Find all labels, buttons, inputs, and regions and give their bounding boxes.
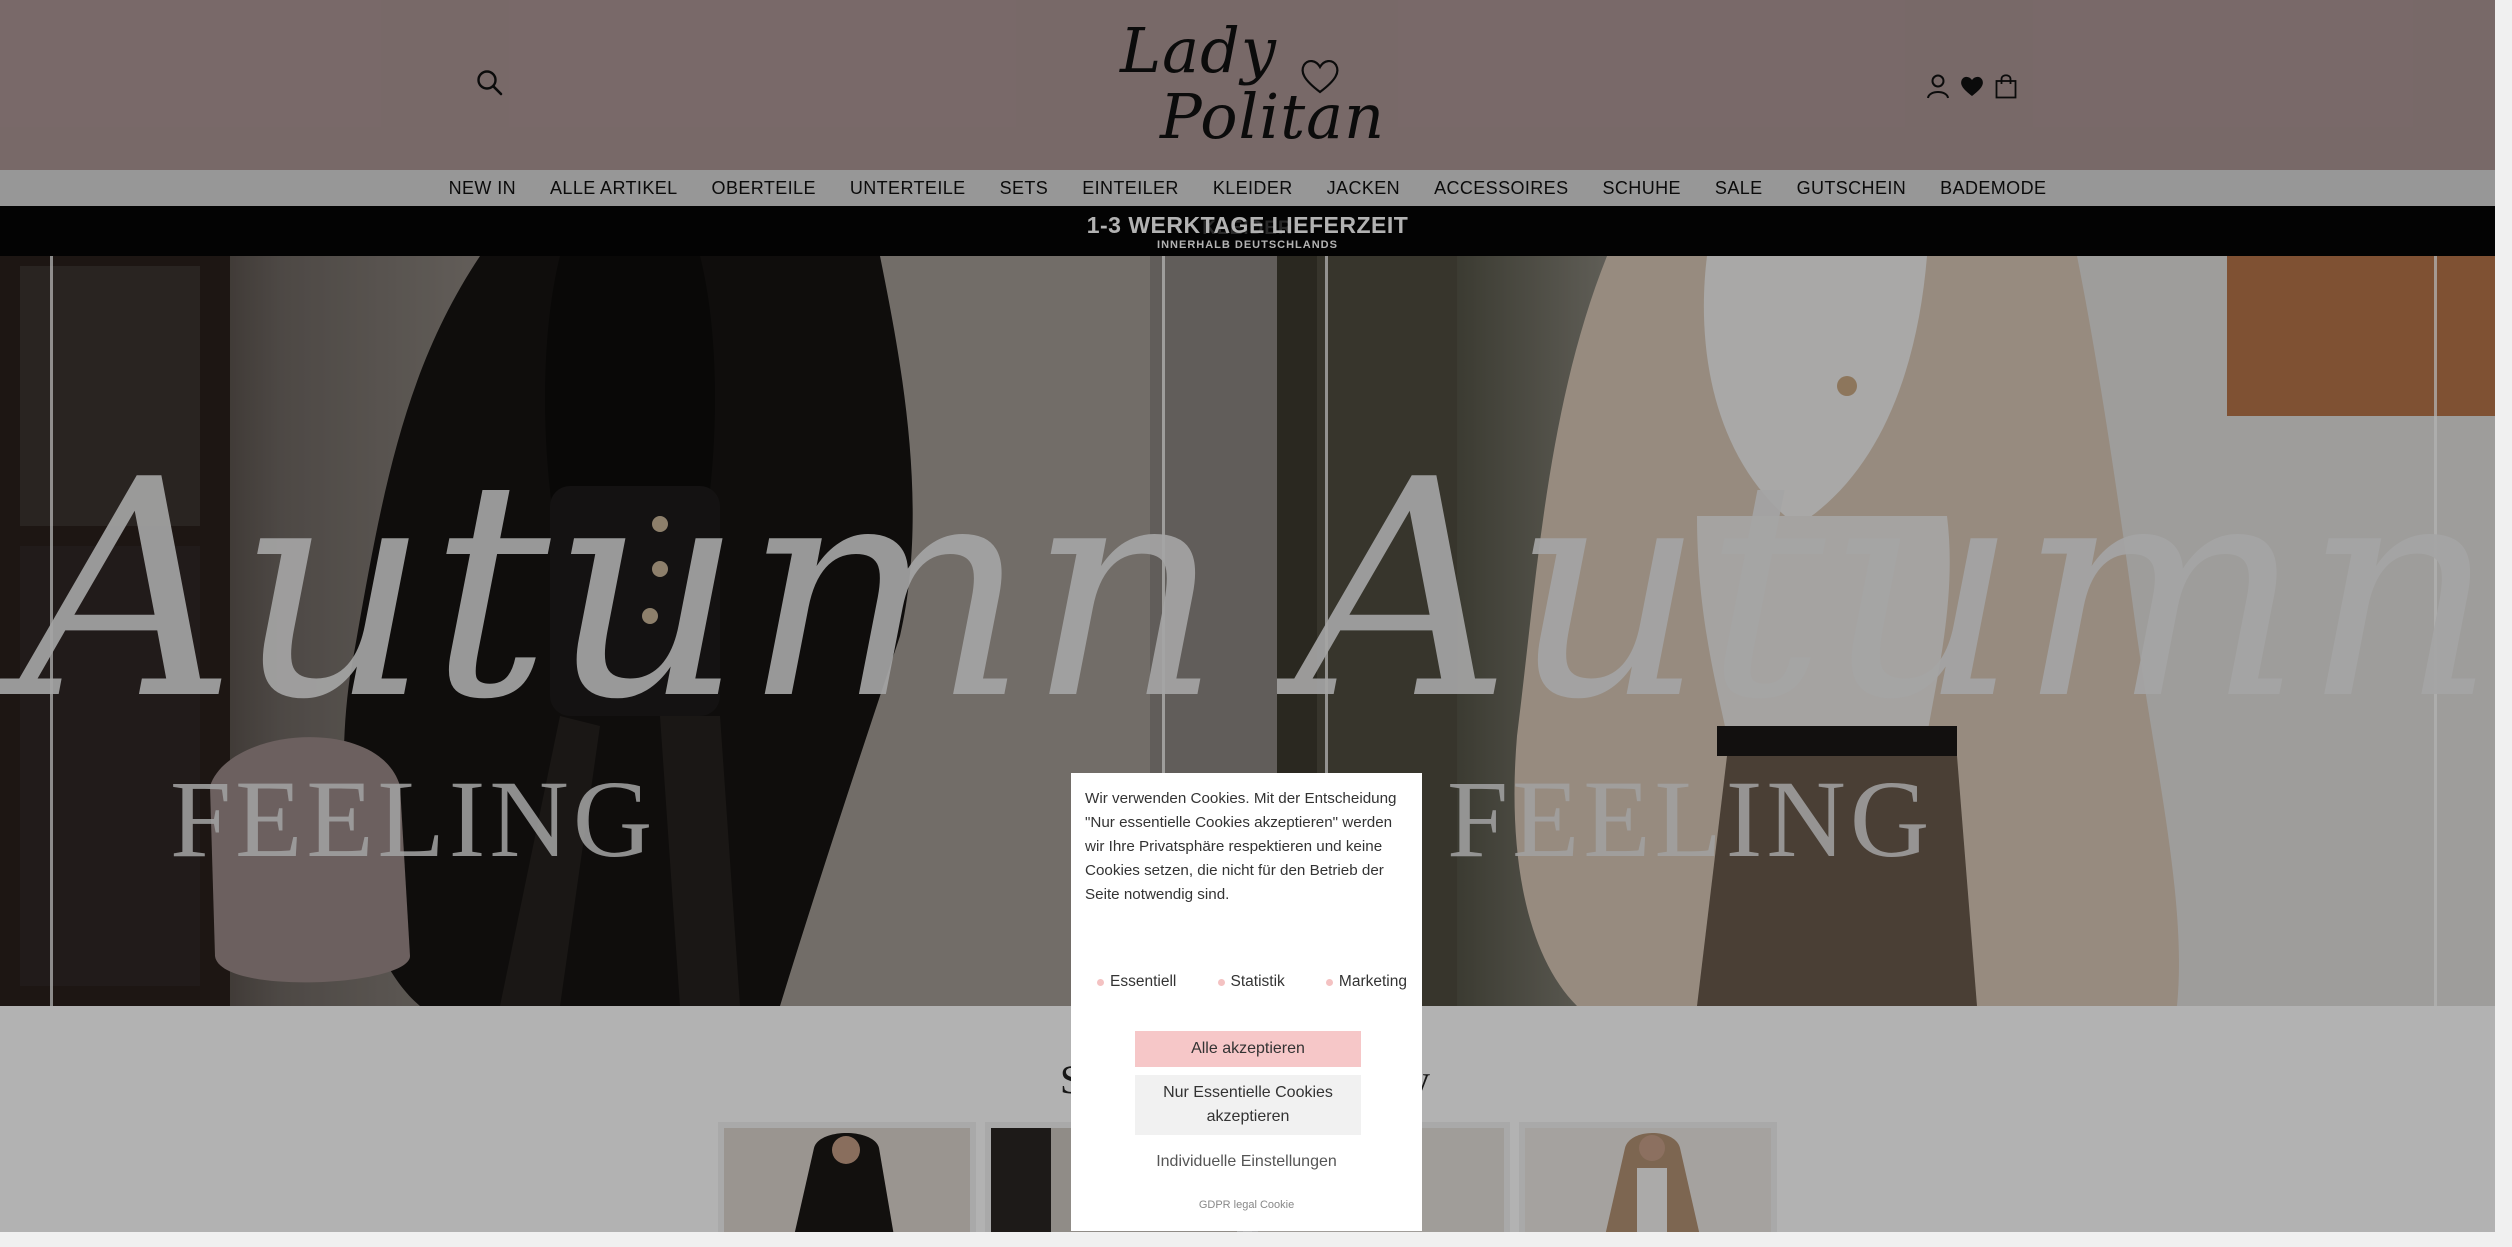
cookie-consent-dialog: Wir verwenden Cookies. Mit der Entscheid… bbox=[1071, 773, 1422, 1231]
vertical-scrollbar[interactable] bbox=[2495, 0, 2512, 1232]
accept-all-button[interactable]: Alle akzeptieren bbox=[1135, 1031, 1361, 1067]
statistics-label: Statistik bbox=[1230, 973, 1285, 990]
page: Lady Politan NEW IN ALLE ARTIKEL OBERTEI… bbox=[0, 0, 2495, 1232]
cookie-option-marketing[interactable]: Marketing bbox=[1325, 973, 1407, 991]
accept-essential-button[interactable]: Nur Essentielle Cookies akzeptieren bbox=[1135, 1075, 1361, 1135]
horizontal-scrollbar[interactable] bbox=[0, 1232, 2512, 1247]
cookie-option-essential[interactable]: Essentiell bbox=[1097, 973, 1176, 991]
essential-label: Essentiell bbox=[1110, 973, 1177, 990]
cookie-option-statistics[interactable]: Statistik bbox=[1217, 973, 1285, 991]
individual-settings-link[interactable]: Individuelle Einstellungen bbox=[1071, 1153, 1422, 1171]
marketing-checkbox[interactable] bbox=[1325, 978, 1333, 986]
gdpr-cookie-link[interactable]: GDPR legal Cookie bbox=[1071, 1199, 1422, 1211]
marketing-label: Marketing bbox=[1338, 973, 1407, 990]
cookie-notice-text: Wir verwenden Cookies. Mit der Entscheid… bbox=[1085, 790, 1397, 903]
cookie-options: Essentiell Statistik Marketing bbox=[1097, 973, 1407, 991]
essential-checkbox[interactable] bbox=[1097, 978, 1104, 986]
statistics-checkbox[interactable] bbox=[1217, 978, 1225, 986]
